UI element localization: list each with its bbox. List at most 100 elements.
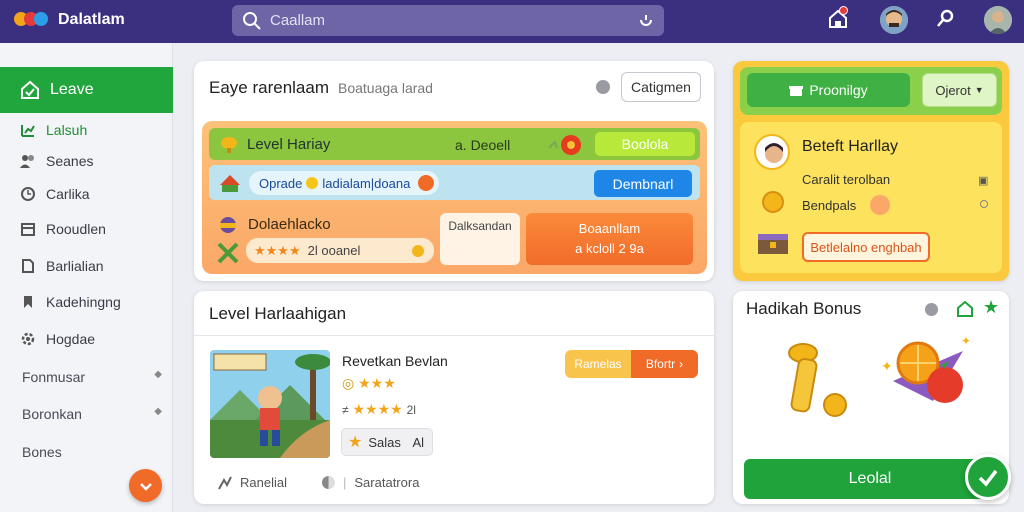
game-title: Revetkan Bevlan: [342, 353, 448, 369]
cake-icon: [220, 175, 240, 192]
chevron-right-icon: ◆: [154, 369, 162, 380]
clock-icon: [21, 187, 35, 201]
sidebar-section[interactable]: Fonmusar ◆: [22, 369, 162, 385]
character-icon: [765, 143, 783, 163]
fruit-basket-icon: ✦ ✦: [881, 334, 971, 403]
game-art-image: [210, 350, 330, 458]
promo-row-label: Caralit terolban: [802, 172, 891, 187]
secondary-action[interactable]: Ramelas: [565, 350, 631, 378]
dot-icon: [980, 200, 988, 208]
bonus-card: Hadikah Bonus ★ ✦ ✦ Leolal: [733, 291, 1011, 504]
sidebar-item-label: Kadehingng: [46, 294, 121, 310]
sidebar-item[interactable]: Seanes: [20, 153, 93, 169]
calendar-icon: [21, 223, 35, 236]
rating-text: 2l ooanel: [307, 243, 361, 258]
sidebar-item[interactable]: Carlika: [20, 186, 90, 202]
home-icon: [21, 80, 39, 99]
promo-row: Bendpals: [802, 198, 856, 213]
search-icon[interactable]: [936, 8, 956, 28]
info-box[interactable]: Dalksandan: [440, 213, 520, 265]
chevron-right-icon: ›: [679, 357, 684, 371]
user-face-icon: [984, 6, 1012, 34]
search-bar[interactable]: [232, 5, 664, 36]
grid-icon[interactable]: ▣: [978, 174, 988, 187]
app-name: Dalatlam: [58, 11, 125, 28]
promo-card: Proonilgy Ojerot ▼ Beteft Harllay Carali…: [733, 61, 1009, 281]
home-icon[interactable]: [957, 301, 973, 317]
level-button[interactable]: Boolola: [595, 132, 695, 156]
sidebar-item-label: Lalsuh: [46, 122, 88, 138]
check-icon: [978, 469, 998, 487]
coin-icon: [762, 191, 784, 213]
row-button[interactable]: Dembnarl: [594, 170, 692, 197]
play-split-button[interactable]: Ramelas Bfortr ›: [565, 350, 698, 378]
promo-row: Caralit terolban: [802, 172, 890, 187]
sidebar-item-label: Leave: [50, 81, 94, 98]
promo-title: Beteft Harllay: [802, 138, 899, 155]
gift-icon: [789, 86, 804, 96]
card-action-button[interactable]: Catigmen: [621, 72, 701, 102]
avatar[interactable]: [880, 6, 908, 34]
reward-box[interactable]: Boaanllam a kcloll 2 9a: [526, 213, 693, 265]
sidebar-item-label: Seanes: [46, 153, 94, 169]
sidebar-item[interactable]: Hogdae: [20, 331, 95, 347]
game-rating: ◎ ★★★: [342, 375, 396, 392]
primary-action[interactable]: Bfortr ›: [631, 350, 698, 378]
section-label: Dolaehlacko: [248, 216, 331, 233]
sidebar-item[interactable]: Rooudlen: [20, 221, 106, 237]
sidebar-item[interactable]: Lalsuh: [20, 122, 87, 138]
logo-icon: [14, 9, 52, 31]
card-title: Level Harlaahigan: [209, 304, 347, 323]
rating-count: 2l: [406, 403, 416, 417]
footer-item[interactable]: | Saratatrora: [322, 475, 419, 490]
chevron-right-icon: ◆: [154, 406, 162, 417]
key-icon: [788, 343, 847, 417]
info-icon[interactable]: [596, 80, 610, 94]
sidebar-section[interactable]: Bones: [22, 444, 162, 460]
sidebar-item-label: Carlika: [46, 186, 90, 202]
app-logo[interactable]: Dalatlam: [14, 9, 125, 31]
avatar[interactable]: [984, 6, 1012, 34]
info-icon[interactable]: [925, 303, 938, 316]
promo-body: Beteft Harllay Caralit terolban ▣ Bendpa…: [740, 122, 1002, 273]
game-thumbnail[interactable]: [210, 350, 330, 458]
notification-dot: [839, 6, 848, 15]
fruit-icon: [548, 135, 581, 155]
user-face-icon: [880, 6, 908, 34]
card-subtitle: Boatuaga larad: [338, 80, 433, 96]
levels-panel: Level Hariay a. Deoell Boolola Oprade la…: [202, 121, 707, 274]
footer-item[interactable]: Ranelial: [218, 475, 287, 490]
info-box-label: Dalksandan: [448, 219, 512, 233]
sidebar-item-label: Rooudlen: [46, 221, 106, 237]
chevron-down-icon: [139, 482, 152, 491]
sidebar-section-label: Bones: [22, 444, 62, 460]
sidebar-item-label: Barlialian: [46, 258, 104, 274]
game-rating: ≠ ★★★★ 2l: [342, 401, 416, 418]
confirm-fab[interactable]: [965, 454, 1011, 500]
help-button[interactable]: [129, 469, 162, 502]
sidebar-item[interactable]: Kadehingng: [20, 294, 121, 310]
rating-pill: ★★★★ 2l ooanel: [246, 238, 434, 263]
sidebar-item-active[interactable]: Leave: [0, 67, 173, 113]
promo-button[interactable]: Proonilgy: [747, 73, 910, 107]
toggle-icon: [322, 476, 335, 489]
promo-button-label: Proonilgy: [809, 82, 868, 98]
reward-subtitle: a kcloll 2 9a: [575, 241, 644, 256]
level-row[interactable]: Level Hariay a. Deoell Boolola: [209, 128, 700, 160]
claim-bonus-button[interactable]: Leolal: [744, 459, 996, 499]
promo-action-button[interactable]: Betlelalno enghbah: [802, 232, 930, 262]
level-label: Level Hariay: [247, 136, 331, 153]
sidebar-section[interactable]: Boronkan ◆: [22, 406, 162, 422]
footer-label: Ranelial: [240, 475, 287, 490]
voice-icon[interactable]: [638, 12, 654, 28]
promo-select[interactable]: Ojerot ▼: [922, 73, 997, 107]
search-input[interactable]: [270, 9, 630, 32]
star-icon[interactable]: ★: [983, 297, 999, 318]
sidebar: Leave Lalsuh Seanes Carlika Rooudlen Bar…: [0, 43, 173, 512]
sidebar-item[interactable]: Barlialian: [20, 258, 104, 274]
stat-chip[interactable]: ★ Salas Al: [341, 428, 433, 456]
reward-title: Boaanllam: [578, 221, 641, 236]
footer-label: Saratatrora: [354, 475, 420, 490]
progress-row[interactable]: Oprade ladialam|doana Dembnarl: [209, 165, 700, 200]
users-icon: [20, 155, 34, 168]
